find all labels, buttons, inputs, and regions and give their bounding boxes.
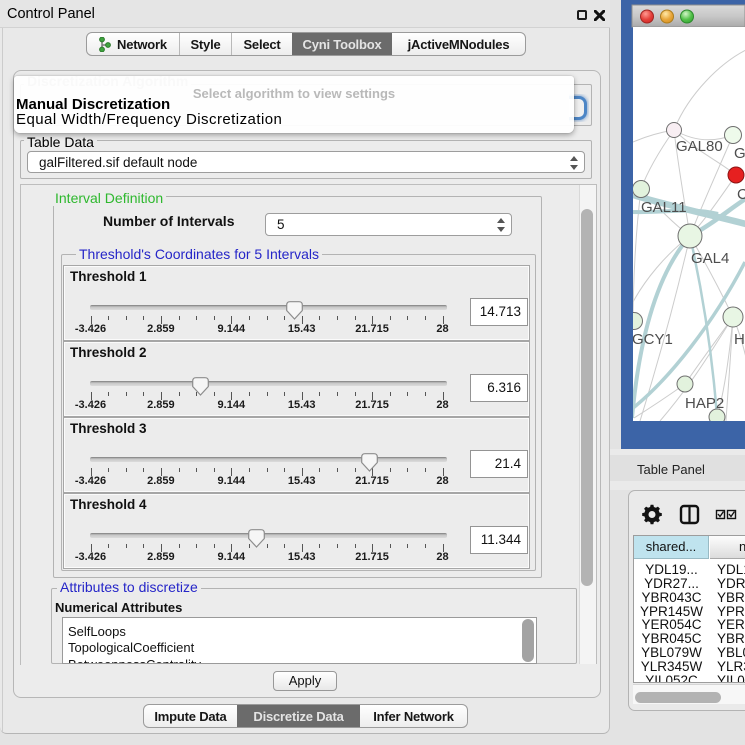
svg-text:GA: GA (734, 145, 745, 162)
svg-text:HAP2: HAP2 (685, 395, 724, 412)
svg-text:GAL80: GAL80 (676, 138, 723, 155)
svg-text:GAL4: GAL4 (691, 250, 729, 267)
svg-text:C: C (737, 186, 745, 203)
svg-text:H: H (734, 331, 745, 348)
svg-text:GAL11: GAL11 (641, 199, 687, 216)
svg-text:GCY1: GCY1 (632, 331, 673, 348)
